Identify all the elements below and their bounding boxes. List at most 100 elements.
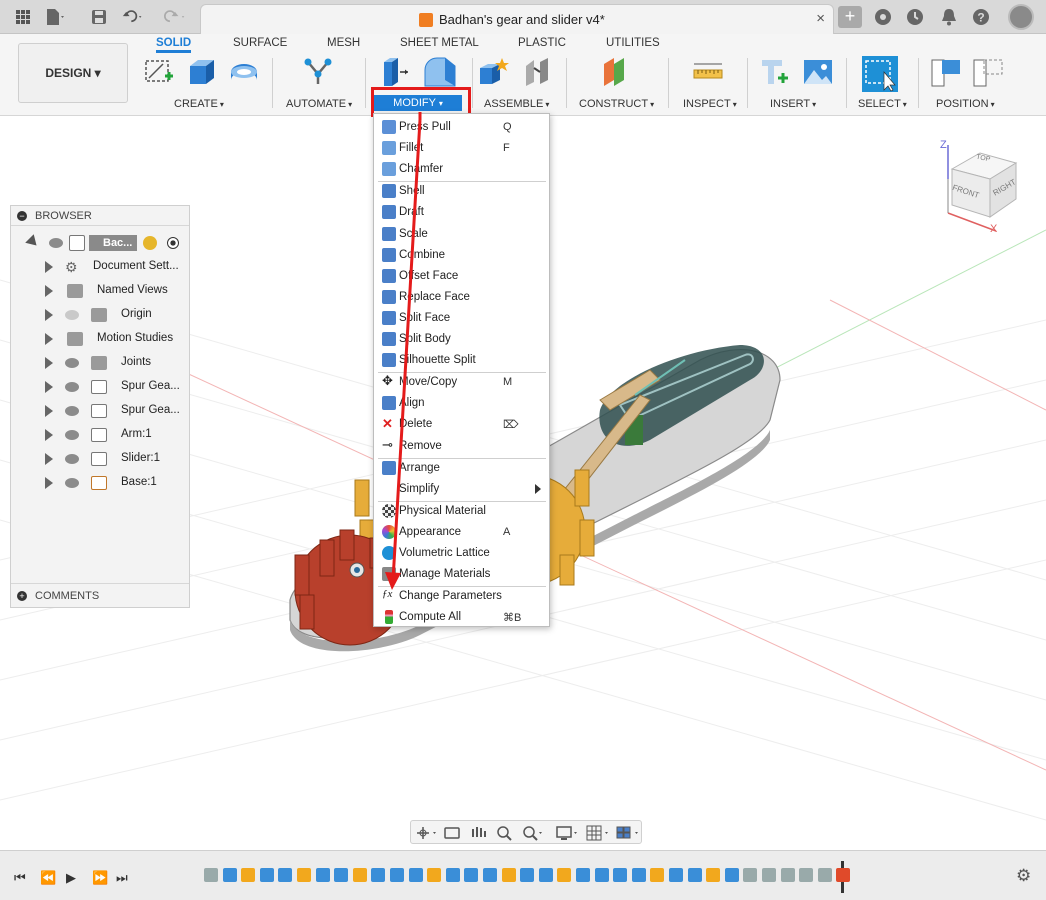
timeline-feature-icon[interactable] xyxy=(743,868,758,882)
browser-header[interactable]: − BROWSER xyxy=(11,206,189,226)
timeline-feature-icon[interactable] xyxy=(222,868,237,882)
expand-triangle-icon[interactable] xyxy=(45,429,53,441)
timeline-feature-icon[interactable] xyxy=(706,868,721,882)
browser-root-row[interactable]: Bac... xyxy=(11,232,189,254)
activate-component-icon[interactable] xyxy=(143,236,157,250)
timeline-feature-icon[interactable] xyxy=(204,868,218,882)
menu-item-volumetric-lattice[interactable]: Volumetric Lattice xyxy=(374,543,549,564)
menu-item-combine[interactable]: Combine xyxy=(374,245,549,266)
collapse-browser-icon[interactable]: − xyxy=(17,211,27,221)
browser-item-joints[interactable]: Joints xyxy=(11,352,189,374)
timeline-settings-gear-icon[interactable]: ⚙ xyxy=(1016,866,1031,886)
tab-sheet-metal[interactable]: SHEET METAL xyxy=(400,37,479,49)
timeline-feature-icon[interactable] xyxy=(352,868,367,882)
user-avatar[interactable] xyxy=(1008,4,1034,30)
menu-item-arrange[interactable]: Arrange xyxy=(374,458,549,479)
menu-item-align[interactable]: Align xyxy=(374,393,549,414)
timeline-feature-icon[interactable] xyxy=(445,868,460,882)
create-menu-button[interactable]: CREATE ▾ xyxy=(174,98,224,110)
comments-panel-header[interactable]: + COMMENTS xyxy=(11,583,189,607)
expand-triangle-icon[interactable] xyxy=(45,453,53,465)
joint-icon[interactable] xyxy=(522,56,554,88)
menu-item-appearance[interactable]: Appearance A xyxy=(374,522,549,543)
notifications-bell-icon[interactable] xyxy=(938,6,960,28)
visibility-eye-icon[interactable] xyxy=(65,430,79,440)
browser-item-origin[interactable]: Origin xyxy=(11,304,189,326)
menu-item-remove[interactable]: ⊸ Remove xyxy=(374,436,549,457)
timeline-feature-icon[interactable] xyxy=(278,868,293,882)
timeline-step-back-icon[interactable]: ⏪ xyxy=(40,870,56,886)
menu-item-draft[interactable]: Draft xyxy=(374,202,549,223)
expand-triangle-icon[interactable] xyxy=(45,309,53,321)
visibility-eye-icon[interactable] xyxy=(65,454,79,464)
browser-item-document-settings[interactable]: ⚙ Document Sett... xyxy=(11,256,189,278)
expand-root-icon[interactable] xyxy=(25,234,41,250)
menu-item-change-parameters[interactable]: ƒx Change Parameters xyxy=(374,586,549,607)
menu-item-physical-material[interactable]: Physical Material xyxy=(374,501,549,522)
timeline-feature-icon[interactable] xyxy=(669,868,683,882)
document-tab[interactable]: Badhan's gear and slider v4* × xyxy=(200,4,834,34)
visibility-eye-icon[interactable] xyxy=(65,406,79,416)
timeline-feature-icon[interactable] xyxy=(780,868,795,882)
menu-item-press-pull[interactable]: Press Pull Q xyxy=(374,117,549,138)
help-icon[interactable]: ? xyxy=(970,6,992,28)
job-status-icon[interactable] xyxy=(904,6,926,28)
menu-item-silhouette-split[interactable]: Silhouette Split xyxy=(374,350,549,371)
extensions-icon[interactable] xyxy=(872,6,894,28)
timeline-end-icon[interactable]: ⏭ xyxy=(116,870,128,886)
timeline-feature-icon[interactable] xyxy=(259,868,274,882)
automate-icon[interactable] xyxy=(302,56,334,88)
expand-triangle-icon[interactable] xyxy=(45,477,53,489)
timeline-step-forward-icon[interactable]: ⏩ xyxy=(92,870,108,886)
menu-item-split-face[interactable]: Split Face xyxy=(374,308,549,329)
app-grid-icon[interactable] xyxy=(12,6,34,28)
viewcube[interactable]: TOP FRONT RIGHT Z X xyxy=(938,139,1034,235)
tab-mesh[interactable]: MESH xyxy=(327,37,360,49)
insert-menu-button[interactable]: INSERT ▾ xyxy=(770,98,816,110)
measure-icon[interactable] xyxy=(692,56,724,88)
menu-item-manage-materials[interactable]: Manage Materials xyxy=(374,564,549,585)
timeline-feature-icon[interactable] xyxy=(724,868,739,882)
timeline-feature-icon[interactable] xyxy=(594,868,609,882)
menu-item-compute-all[interactable]: Compute All ⌘B xyxy=(374,607,549,628)
close-tab-icon[interactable]: × xyxy=(816,10,825,27)
revolve-icon[interactable] xyxy=(228,56,260,88)
timeline-feature-icon[interactable] xyxy=(762,868,776,882)
visibility-eye-icon[interactable] xyxy=(49,238,63,248)
timeline-feature-icon[interactable] xyxy=(390,868,404,882)
menu-item-shell[interactable]: Shell xyxy=(374,181,549,202)
tab-surface[interactable]: SURFACE xyxy=(233,37,287,49)
select-icon[interactable] xyxy=(862,56,898,92)
tab-solid[interactable]: SOLID xyxy=(156,37,192,53)
workspace-switcher-button[interactable]: DESIGN ▾ xyxy=(18,43,128,103)
timeline-start-icon[interactable]: ⏮ xyxy=(14,870,26,886)
timeline-feature-icon[interactable] xyxy=(427,868,442,882)
timeline-feature-icon[interactable] xyxy=(501,868,516,882)
timeline-feature-icon[interactable] xyxy=(538,868,553,882)
expand-comments-icon[interactable]: + xyxy=(17,591,27,601)
construct-menu-button[interactable]: CONSTRUCT ▾ xyxy=(579,98,654,110)
timeline-feature-icon[interactable] xyxy=(650,868,665,882)
timeline-feature-icon[interactable] xyxy=(241,868,256,882)
browser-item-motion-studies[interactable]: Motion Studies xyxy=(11,328,189,350)
timeline-feature-icon[interactable] xyxy=(464,868,479,882)
timeline-feature-icon[interactable] xyxy=(817,868,832,882)
timeline-feature-icon[interactable] xyxy=(631,868,646,882)
timeline-feature-icon[interactable] xyxy=(371,868,386,882)
new-component-icon[interactable] xyxy=(478,56,510,88)
offset-plane-icon[interactable] xyxy=(600,56,632,88)
redo-icon[interactable] xyxy=(164,6,186,28)
browser-item-arm[interactable]: Arm:1 xyxy=(11,424,189,446)
timeline-play-icon[interactable]: ▶ xyxy=(66,870,76,886)
expand-triangle-icon[interactable] xyxy=(45,357,53,369)
timeline-feature-icon[interactable] xyxy=(613,868,628,882)
timeline-feature-icon[interactable] xyxy=(576,868,590,882)
timeline-feature-icon[interactable] xyxy=(334,868,349,882)
file-menu-icon[interactable] xyxy=(44,6,66,28)
select-menu-button[interactable]: SELECT ▾ xyxy=(858,98,907,110)
automate-menu-button[interactable]: AUTOMATE ▾ xyxy=(286,98,352,110)
browser-item-named-views[interactable]: Named Views xyxy=(11,280,189,302)
timeline-feature-icon[interactable] xyxy=(687,868,702,882)
menu-item-scale[interactable]: Scale xyxy=(374,224,549,245)
menu-item-move-copy[interactable]: ✥ Move/Copy M xyxy=(374,372,549,393)
